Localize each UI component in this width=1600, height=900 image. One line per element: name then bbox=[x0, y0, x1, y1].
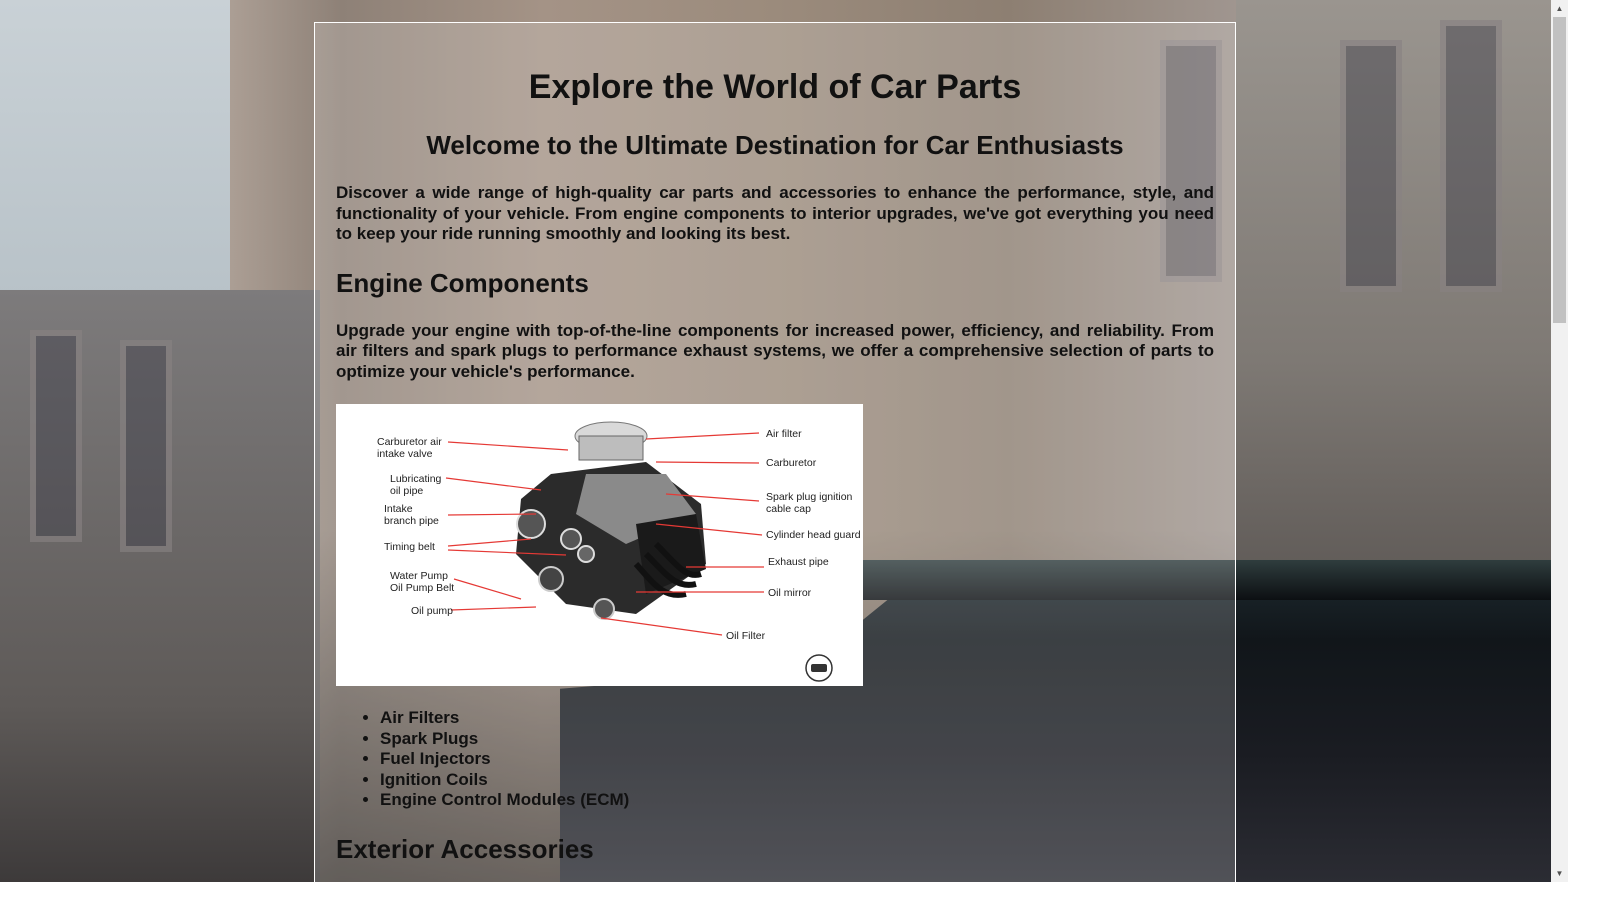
engine-diagram-image: Carburetor air intake valve Lubricating … bbox=[336, 404, 863, 686]
label-carb-air-intake: intake valve bbox=[377, 448, 433, 460]
intro-paragraph: Discover a wide range of high-quality ca… bbox=[336, 183, 1214, 243]
label-carburetor: Carburetor bbox=[766, 457, 817, 469]
page-background: Explore the World of Car Parts Welcome t… bbox=[0, 0, 1551, 882]
label-exhaust-pipe: Exhaust pipe bbox=[768, 556, 829, 568]
label-spark-plug-cap: Spark plug ignition bbox=[766, 491, 853, 503]
list-item: Spark Plugs bbox=[380, 729, 1214, 750]
label-cylinder-head-guard: Cylinder head guard bbox=[766, 529, 861, 541]
label-timing-belt: Timing belt bbox=[384, 541, 435, 553]
scrollbar-thumb[interactable] bbox=[1553, 17, 1566, 323]
list-item: Ignition Coils bbox=[380, 770, 1214, 791]
label-spark-plug-cap: cable cap bbox=[766, 503, 811, 515]
label-carb-air-intake: Carburetor air bbox=[377, 436, 442, 448]
scroll-up-arrow-icon[interactable]: ▲ bbox=[1551, 0, 1568, 17]
vertical-scrollbar[interactable]: ▲ ▼ bbox=[1551, 0, 1568, 882]
label-lubricating-oil-pipe: oil pipe bbox=[390, 485, 423, 497]
label-intake-branch-pipe: Intake bbox=[384, 503, 413, 515]
list-item: Fuel Injectors bbox=[380, 749, 1214, 770]
engine-components-paragraph: Upgrade your engine with top-of-the-line… bbox=[336, 320, 1214, 381]
page-title: Explore the World of Car Parts bbox=[528, 68, 1022, 106]
background-window bbox=[30, 330, 82, 542]
label-oil-filter: Oil Filter bbox=[726, 630, 766, 642]
list-item: Engine Control Modules (ECM) bbox=[380, 790, 1214, 811]
label-water-pump: Water Pump bbox=[390, 570, 448, 582]
engine-components-heading: Engine Components bbox=[336, 267, 589, 298]
label-lubricating-oil-pipe: Lubricating bbox=[390, 473, 442, 485]
content-panel: Explore the World of Car Parts Welcome t… bbox=[314, 22, 1236, 882]
background-window bbox=[120, 340, 172, 552]
page-subtitle: Welcome to the Ultimate Destination for … bbox=[426, 130, 1124, 160]
background-window bbox=[1440, 20, 1502, 292]
label-oil-mirror: Oil mirror bbox=[768, 587, 812, 599]
label-intake-branch-pipe: branch pipe bbox=[384, 515, 439, 527]
engine-diagram-svg: Carburetor air intake valve Lubricating … bbox=[336, 404, 863, 686]
list-item: Air Filters bbox=[380, 708, 1214, 729]
background-sky bbox=[0, 0, 230, 300]
scroll-down-arrow-icon[interactable]: ▼ bbox=[1551, 865, 1568, 882]
background-window bbox=[1340, 40, 1402, 292]
watermark-logo bbox=[805, 654, 833, 682]
label-oil-pump: Oil pump bbox=[411, 605, 453, 617]
exterior-accessories-heading: Exterior Accessories bbox=[336, 833, 594, 864]
engine-parts-list: Air Filters Spark Plugs Fuel Injectors I… bbox=[336, 708, 1214, 811]
label-water-pump: Oil Pump Belt bbox=[390, 582, 454, 594]
label-air-filter: Air filter bbox=[766, 428, 802, 440]
